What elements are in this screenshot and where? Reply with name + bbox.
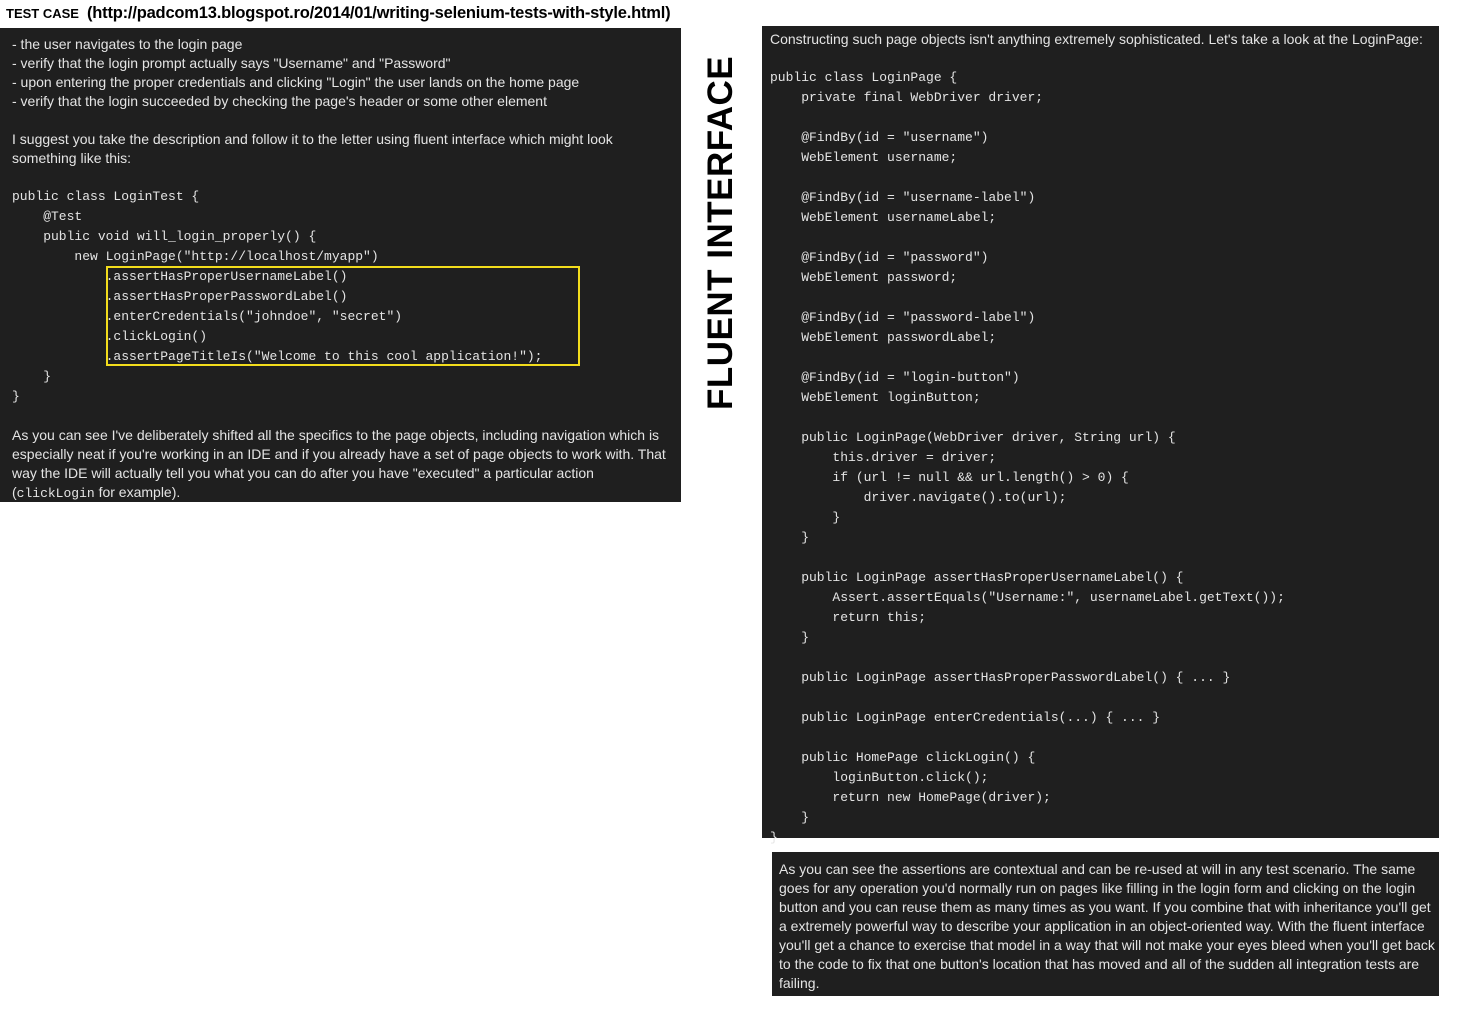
step-item: - upon entering the proper credentials a… — [12, 74, 580, 90]
summary-text: As you can see the assertions are contex… — [779, 861, 1439, 991]
fluent-interface-title: FLUENT INTERFACE — [701, 55, 740, 410]
code-before: public class LoginTest { @Test public vo… — [12, 189, 379, 264]
step-item: - the user navigates to the login page — [12, 36, 243, 52]
outro-text: As you can see I've deliberately shifted… — [12, 426, 667, 503]
outro-end: for example). — [94, 484, 181, 500]
step-item: - verify that the login prompt actually … — [12, 55, 451, 71]
highlight-box — [106, 266, 580, 366]
summary-panel: As you can see the assertions are contex… — [772, 852, 1439, 996]
inline-code: clickLogin — [16, 486, 95, 501]
code-after: } } — [12, 369, 52, 404]
test-case-panel: - the user navigates to the login page -… — [0, 28, 681, 502]
login-page-code: public class LoginPage { private final W… — [770, 70, 1285, 845]
source-url[interactable]: (http://padcom13.blogspot.ro/2014/01/wri… — [87, 4, 671, 23]
step-item: - verify that the login succeeded by che… — [12, 93, 547, 109]
test-case-label: TEST CASE — [6, 6, 79, 21]
intro-text: I suggest you take the description and f… — [12, 131, 617, 166]
login-page-panel: Constructing such page objects isn't any… — [762, 26, 1439, 845]
right-intro-text: Constructing such page objects isn't any… — [770, 31, 1423, 47]
